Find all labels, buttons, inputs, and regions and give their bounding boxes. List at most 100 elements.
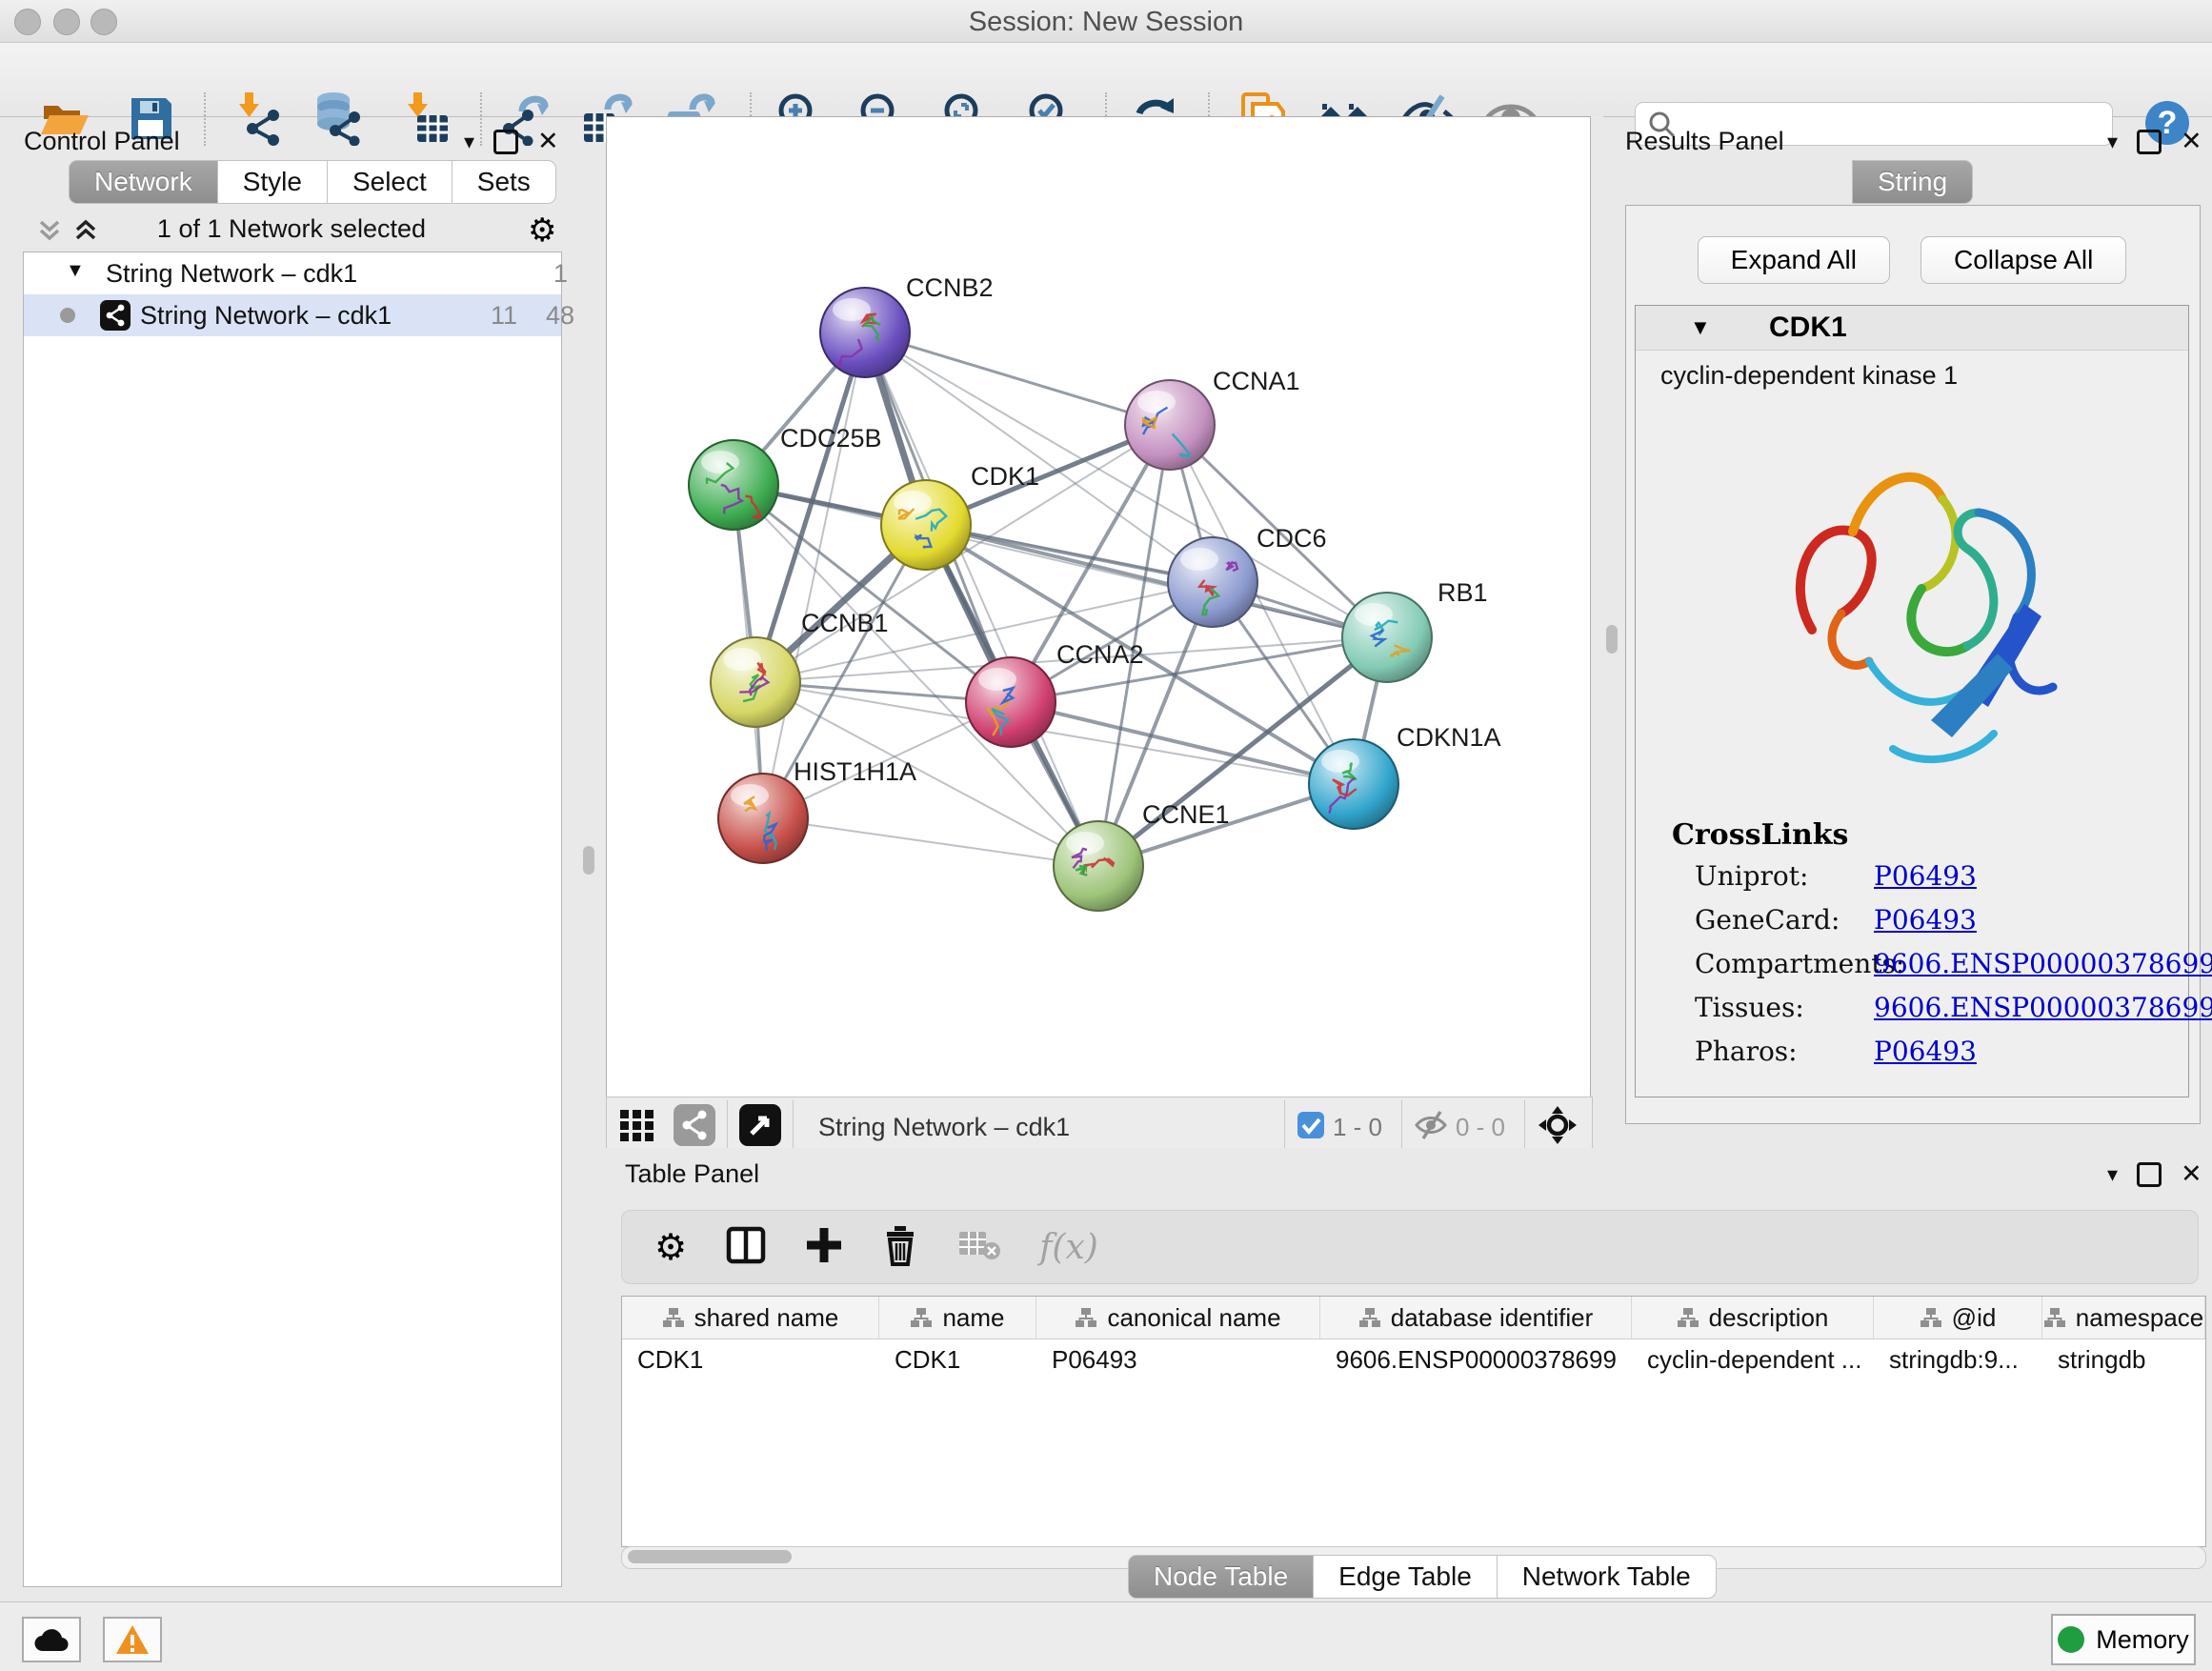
node-CCNB2[interactable] (820, 288, 910, 377)
toolbar-separator (204, 92, 206, 146)
network-view: CCNB2CCNA1CDC25BCDK1CDC6RB1CCNB1CCNA2CDK… (606, 116, 1603, 1156)
panel-menu-icon[interactable]: ▾ (2107, 130, 2118, 154)
import-network-from-database-icon[interactable] (311, 91, 366, 146)
table-panel-controls: ▾ ✕ (2107, 1159, 2202, 1189)
table-row[interactable]: CDK1CDK1P064939606.ENSP00000378699cyclin… (622, 1339, 2205, 1381)
network-label: String Network – cdk1 (140, 301, 392, 331)
tab-network[interactable]: Network (69, 160, 218, 204)
birdseye-view-icon[interactable] (1537, 1104, 1579, 1151)
detach-view-icon[interactable] (739, 1104, 781, 1151)
crosslink-link[interactable]: 9606.ENSP00000378699 (1874, 992, 2212, 1023)
cloud-icon (33, 1626, 70, 1653)
panel-menu-icon[interactable]: ▾ (464, 130, 474, 154)
column-header-namespace[interactable]: namespace (2042, 1297, 2205, 1339)
tab-node-table[interactable]: Node Table (1128, 1555, 1314, 1599)
network-row-selected[interactable]: String Network – cdk1 11 48 (24, 294, 561, 336)
node-HIST1H1A[interactable] (718, 774, 808, 863)
show-columns-icon[interactable] (725, 1224, 767, 1271)
toolbar-separator (793, 1100, 794, 1154)
tab-string[interactable]: String (1852, 160, 1973, 204)
main-toolbar: ? (0, 43, 2212, 117)
edge-CCNB2-CCNE1 (865, 332, 1098, 866)
scrollbar-handle[interactable] (628, 1550, 792, 1563)
network-mode-icon[interactable] (674, 1104, 715, 1151)
tab-edge-table[interactable]: Edge Table (1314, 1555, 1498, 1599)
table-toolbar: ⚙ f(x) (621, 1210, 2199, 1284)
collection-count: 1 (553, 259, 568, 289)
node-RB1[interactable] (1342, 593, 1432, 682)
node-label-CDC6: CDC6 (1257, 524, 1327, 553)
float-panel-icon[interactable] (2137, 130, 2162, 154)
crosslink-link[interactable]: P06493 (1874, 1036, 1977, 1067)
node-CCNE1[interactable] (1054, 821, 1143, 911)
float-panel-icon[interactable] (493, 130, 518, 154)
node-CCNA1[interactable] (1125, 380, 1215, 470)
column-header-database-identifier[interactable]: database identifier (1320, 1297, 1632, 1339)
import-network-from-file-icon[interactable] (231, 91, 287, 146)
node-label-CCNE1: CCNE1 (1142, 800, 1230, 829)
expand-all-button[interactable]: Expand All (1698, 236, 1890, 284)
memory-status-dot (2058, 1626, 2084, 1653)
collection-label: String Network – cdk1 (106, 259, 357, 289)
toolbar-separator (727, 1100, 728, 1154)
grid-mode-icon[interactable] (618, 1106, 656, 1149)
network-collection-row[interactable]: ▼ String Network – cdk1 1 (24, 252, 561, 294)
crosslink-link[interactable]: P06493 (1874, 860, 1977, 892)
control-panel-title: Control Panel (24, 127, 180, 156)
close-panel-icon[interactable]: ✕ (2181, 127, 2202, 156)
import-table-from-file-icon[interactable] (398, 91, 453, 146)
column-header-name[interactable]: name (879, 1297, 1036, 1339)
node-CDC25B[interactable] (689, 440, 778, 530)
node-CDKN1A[interactable] (1309, 739, 1398, 829)
column-header-description[interactable]: description (1632, 1297, 1874, 1339)
selected-checkbox-icon[interactable] (1297, 1111, 1325, 1144)
table-options-gear-icon[interactable]: ⚙ (654, 1226, 687, 1268)
network-list-toolbar: 1 of 1 Network selected ⚙ (23, 211, 560, 250)
crosslink-label: Pharos: (1695, 1036, 1798, 1067)
node-entry-panel: ▼ CDK1 cyclin-dependent kinase 1 (1635, 305, 2189, 1097)
warnings-button[interactable] (103, 1617, 162, 1662)
memory-button[interactable]: Memory (2051, 1614, 2196, 1665)
function-builder-icon[interactable]: f(x) (1039, 1228, 1098, 1267)
column-header-@id[interactable]: @id (1874, 1297, 2042, 1339)
delete-column-icon[interactable] (881, 1224, 919, 1271)
node-CDC6[interactable] (1168, 537, 1257, 627)
entry-title: CDK1 (1769, 312, 1847, 344)
node-label-CDK1: CDK1 (971, 462, 1039, 491)
tab-style[interactable]: Style (218, 160, 328, 204)
network-edges[interactable] (734, 332, 1387, 866)
float-panel-icon[interactable] (2137, 1162, 2162, 1187)
node-CCNA2[interactable] (966, 657, 1056, 747)
cloud-status-button[interactable] (22, 1617, 81, 1662)
entry-header[interactable]: ▼ CDK1 (1636, 306, 2188, 351)
hidden-eye-icon[interactable] (1414, 1108, 1448, 1147)
close-panel-icon[interactable]: ✕ (537, 127, 559, 156)
column-header-canonical-name[interactable]: canonical name (1036, 1297, 1320, 1339)
crosslink-link[interactable]: P06493 (1874, 904, 1977, 936)
tree-expand-icon[interactable]: ▼ (66, 260, 85, 282)
crosslink-row: Compartments:9606.ENSP00000378699 (1695, 948, 2171, 992)
tab-network-table[interactable]: Network Table (1498, 1555, 1717, 1599)
panel-menu-icon[interactable]: ▾ (2107, 1162, 2118, 1187)
column-header-shared-name[interactable]: shared name (622, 1297, 879, 1339)
close-panel-icon[interactable]: ✕ (2181, 1159, 2202, 1189)
create-column-icon[interactable] (805, 1226, 843, 1269)
crosslink-label: GeneCard: (1695, 904, 1840, 936)
node-CCNB1[interactable] (711, 637, 800, 727)
table-cell: cyclin-dependent ... (1632, 1339, 1874, 1381)
right-splitter-handle[interactable] (1606, 625, 1618, 654)
tab-select[interactable]: Select (328, 160, 452, 204)
network-selection-status: 1 of 1 Network selected (23, 214, 560, 244)
node-label-CCNA1: CCNA1 (1213, 367, 1300, 395)
edge-CCNB2-CCNA1 (865, 332, 1170, 425)
collapse-all-button[interactable]: Collapse All (1920, 236, 2126, 284)
left-splitter-handle[interactable] (583, 846, 594, 875)
network-canvas[interactable]: CCNB2CCNA1CDC25BCDK1CDC6RB1CCNB1CCNA2CDK… (606, 116, 1591, 1097)
entry-collapse-icon[interactable]: ▼ (1690, 315, 1711, 340)
delete-table-icon[interactable] (957, 1228, 1001, 1267)
tab-sets[interactable]: Sets (452, 160, 556, 204)
crosslink-link[interactable]: 9606.ENSP00000378699 (1874, 948, 2212, 979)
string-results-box: Expand All Collapse All ▼ CDK1 cyclin-de… (1625, 205, 2201, 1124)
network-options-gear-icon[interactable]: ⚙ (528, 211, 556, 250)
node-CDK1[interactable] (881, 480, 971, 570)
